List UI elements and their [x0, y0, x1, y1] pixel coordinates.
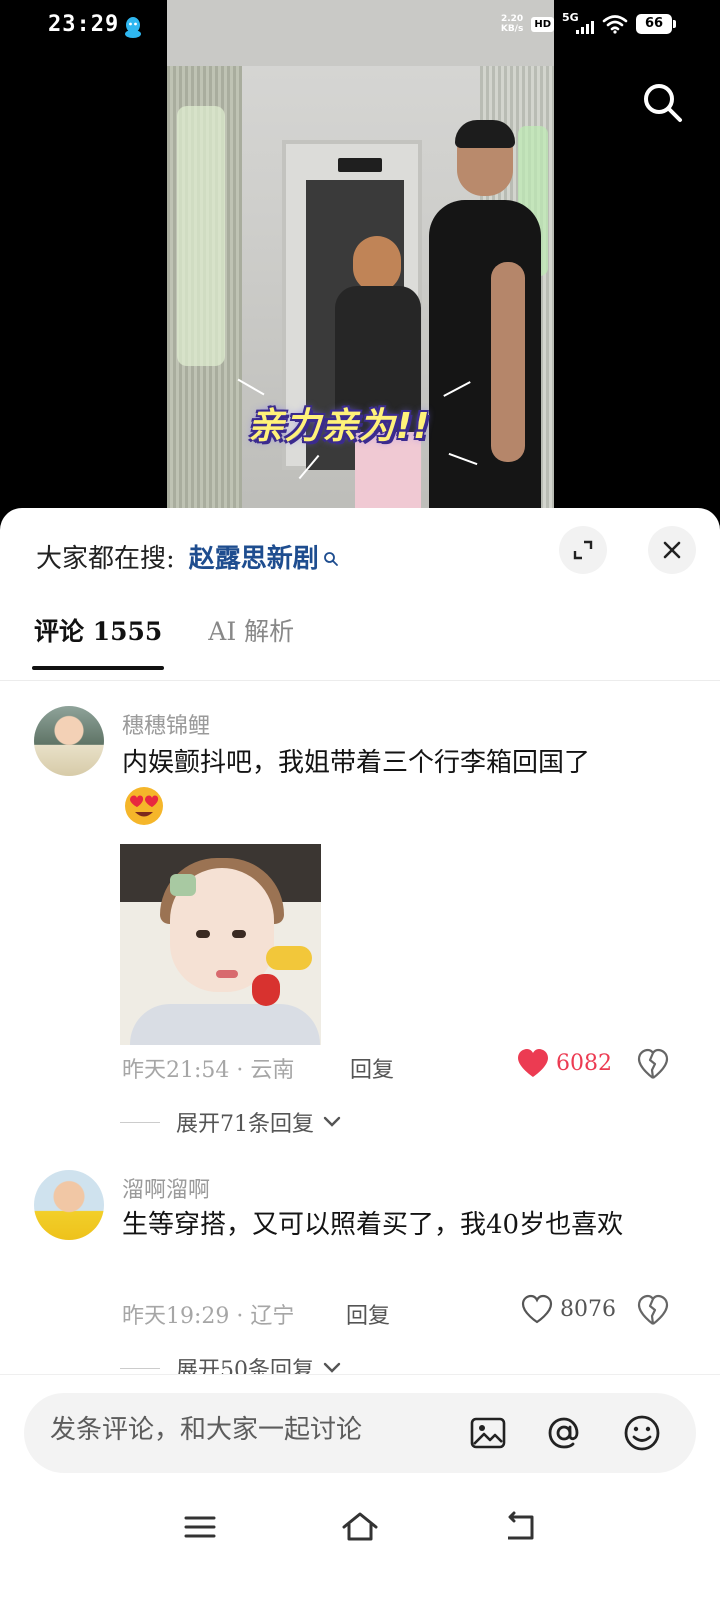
- heart-filled-icon: [518, 1049, 548, 1077]
- heart-outline-icon: [521, 1294, 553, 1324]
- comment-input[interactable]: [50, 1415, 430, 1445]
- comment-meta: 昨天21:54 · 云南: [122, 1058, 295, 1083]
- at-icon: [548, 1417, 579, 1449]
- close-icon: [663, 541, 681, 559]
- comment-text: 生等穿搭，又可以照着买了，我40岁也喜欢: [122, 1210, 624, 1240]
- battery-indicator: 66: [636, 14, 676, 34]
- status-bar: 23:29 2.20 KB/s HD 5G 66: [0, 0, 720, 56]
- avatar[interactable]: [34, 706, 104, 776]
- emoji-button[interactable]: [622, 1413, 662, 1453]
- hd-badge: HD: [531, 16, 554, 32]
- like-button[interactable]: 8076: [520, 1294, 616, 1324]
- avatar[interactable]: [34, 1170, 104, 1240]
- video-person: [335, 236, 421, 520]
- network-speed: 2.20 KB/s: [500, 14, 524, 34]
- chevron-down-icon: [323, 1116, 341, 1127]
- broken-heart-icon: [637, 1294, 669, 1325]
- like-count: 6082: [556, 1050, 612, 1076]
- back-icon: [508, 1511, 534, 1540]
- hot-search[interactable]: 大家都在搜: 赵露思新剧: [36, 538, 339, 575]
- dislike-button[interactable]: [636, 1294, 670, 1328]
- broken-heart-icon: [637, 1048, 669, 1079]
- search-icon: [644, 84, 682, 122]
- like-button[interactable]: 6082: [516, 1048, 612, 1078]
- nav-menu-button[interactable]: [180, 1509, 220, 1545]
- home-icon: [342, 1512, 378, 1541]
- menu-icon: [184, 1516, 216, 1538]
- status-time: 23:29: [48, 12, 120, 37]
- expand-icon: [573, 540, 593, 560]
- tab-ai-analysis[interactable]: AI 解析: [208, 612, 294, 670]
- image-button[interactable]: [468, 1413, 508, 1453]
- video-person: [425, 120, 545, 520]
- mention-button[interactable]: [544, 1413, 584, 1453]
- tabs-divider: [0, 680, 720, 681]
- comment-username[interactable]: 溜啊溜啊: [122, 1172, 210, 1204]
- heart-eyes-emoji-icon: [125, 787, 163, 825]
- expand-button[interactable]: [559, 526, 607, 574]
- video-player[interactable]: 亲力亲为!!: [0, 0, 720, 520]
- reply-button[interactable]: 回复: [350, 1052, 394, 1084]
- like-count: 8076: [560, 1296, 616, 1322]
- wifi-icon: [602, 15, 628, 34]
- comment-username[interactable]: 穗穗锦鲤: [122, 708, 210, 740]
- image-icon: [470, 1417, 506, 1449]
- qq-notification-icon: [124, 16, 142, 42]
- video-caption: 亲力亲为!!: [247, 406, 431, 447]
- dislike-button[interactable]: [636, 1048, 670, 1082]
- tab-comments[interactable]: 评论 1555: [31, 612, 165, 670]
- close-button[interactable]: [648, 526, 696, 574]
- search-button[interactable]: [640, 80, 686, 126]
- reply-button[interactable]: 回复: [346, 1298, 390, 1330]
- composer-area: [0, 1374, 720, 1600]
- nav-back-button[interactable]: [500, 1509, 540, 1545]
- cellular-signal-icon: 5G: [562, 11, 594, 34]
- comment-meta: 昨天19:29 · 辽宁: [122, 1304, 295, 1329]
- search-icon: [323, 552, 338, 566]
- comment-tabs: 评论 1555 AI 解析: [31, 612, 340, 670]
- comment-text: 内娱颤抖吧，我姐带着三个行李箱回国了: [122, 742, 682, 828]
- hot-search-term[interactable]: 赵露思新剧: [189, 538, 319, 575]
- chevron-down-icon: [323, 1362, 341, 1373]
- hot-search-label: 大家都在搜:: [36, 544, 175, 574]
- comment-image[interactable]: [120, 844, 321, 1045]
- expand-replies[interactable]: 展开71条回复: [120, 1106, 342, 1138]
- comment-composer[interactable]: [24, 1393, 696, 1473]
- emoji-icon: [624, 1415, 660, 1451]
- system-nav-bar: [0, 1493, 720, 1563]
- nav-home-button[interactable]: [340, 1509, 380, 1545]
